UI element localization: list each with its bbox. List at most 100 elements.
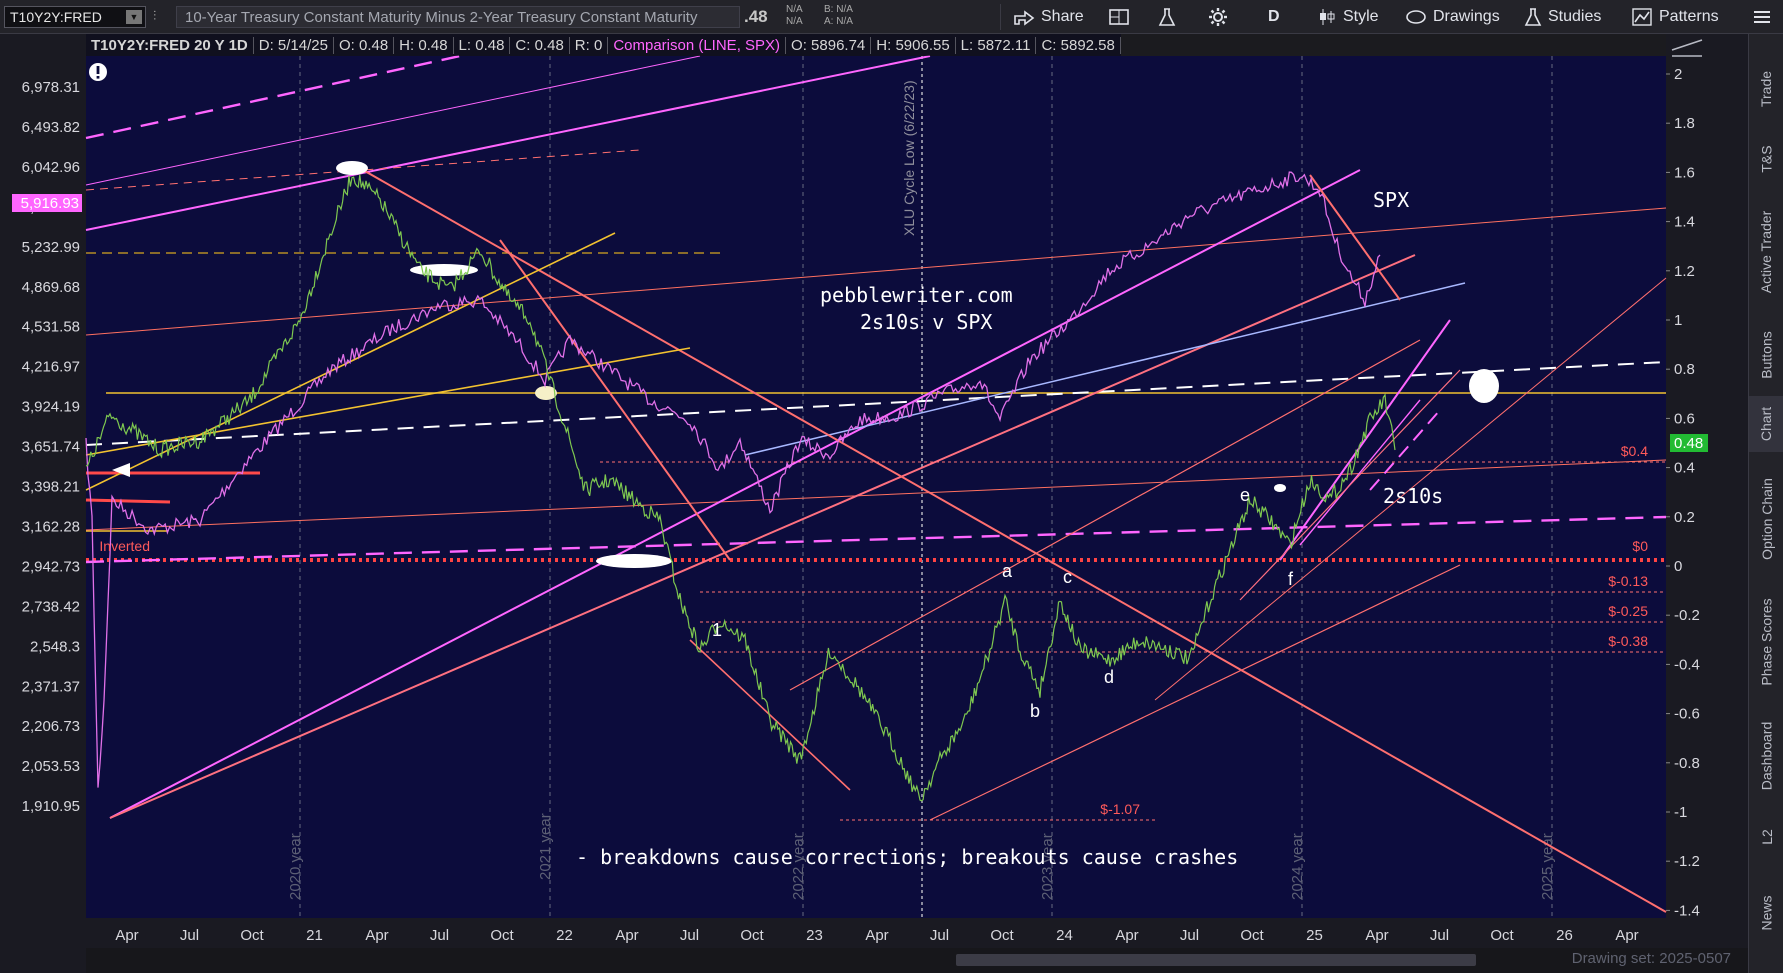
scroll-thumb[interactable]: [956, 954, 1476, 966]
date-axis-tick: 25: [1306, 927, 1323, 944]
year-label-2025: 2025 year: [1539, 833, 1556, 900]
side-tab-label: L2: [1758, 829, 1775, 845]
right-axis-tick: -1.2: [1674, 853, 1700, 870]
level-label-0: $0: [1632, 538, 1648, 554]
right-axis-tick: 0.6: [1674, 410, 1695, 427]
right-axis-tick: 0: [1674, 558, 1682, 575]
left-axis-tick: 4,869.68: [22, 279, 80, 296]
left-axis-tick: 2,206.73: [22, 718, 80, 735]
patterns-button[interactable]: Patterns: [1631, 5, 1719, 29]
link-icon[interactable]: ⫶: [153, 8, 167, 26]
left-axis-tick: 6,978.31: [22, 79, 80, 96]
subtitle-annotation: 2s10s v SPX: [860, 310, 992, 334]
date-axis-tick: Oct: [240, 927, 264, 944]
bid-na-2: N/A: [786, 16, 803, 27]
date-axis-tick: Apr: [865, 927, 888, 944]
info-r: R: 0: [570, 36, 609, 54]
drawing-set-label: Drawing set: 2025-0507: [1571, 950, 1731, 967]
xlu-cycle-label: XLU Cycle Low (6/22/23): [901, 80, 917, 236]
left-axis-tick: 6,493.82: [22, 119, 80, 136]
right-axis-tick: 1: [1674, 312, 1682, 329]
side-tab-label: Trade: [1758, 70, 1775, 108]
alert-icon[interactable]: [89, 63, 107, 81]
side-tab-active-trader[interactable]: Active Trader: [1749, 190, 1783, 314]
date-axis-tick: 21: [306, 927, 323, 944]
info-strip: T10Y2Y:FRED 20 Y 1D D: 5/14/25 O: 0.48 H…: [86, 34, 1121, 56]
footer-annotation: - breakdowns cause corrections; breakout…: [576, 845, 1238, 869]
patterns-label: Patterns: [1659, 8, 1719, 25]
info-title: T10Y2Y:FRED 20 Y 1D: [86, 36, 254, 54]
left-axis-tick: 6,042.96: [22, 159, 80, 176]
price-chart[interactable]: 2020 year 2021 year 2022 year 2023 year …: [0, 34, 1748, 973]
side-tab-news[interactable]: News: [1749, 868, 1783, 958]
side-tab-label: Chart: [1758, 406, 1775, 442]
flask-button[interactable]: [1158, 5, 1182, 29]
flask-icon: [1524, 8, 1542, 26]
candle-icon: [1320, 9, 1335, 25]
level-label-minus-0.25: $-0.25: [1608, 603, 1648, 619]
side-tab-label: Dashboard: [1758, 721, 1775, 791]
date-axis-tick: 23: [806, 927, 823, 944]
left-axis-tick: 3,398.21: [22, 479, 80, 496]
share-label: Share: [1041, 8, 1084, 25]
level-label-minus-0.38: $-0.38: [1608, 633, 1648, 649]
side-tab-buttons[interactable]: Buttons: [1749, 320, 1783, 390]
side-tab-label: Active Trader: [1758, 210, 1775, 294]
wave-label-b: b: [1030, 701, 1040, 721]
side-tab-chart[interactable]: Chart: [1749, 396, 1783, 452]
menu-button[interactable]: [1752, 5, 1778, 29]
side-tab-label: T&S: [1758, 145, 1775, 173]
right-axis-tick: 1.4: [1674, 214, 1695, 231]
right-axis-tick: -0.4: [1674, 656, 1700, 673]
horizontal-scrollbar[interactable]: [86, 948, 1748, 973]
date-axis-tick: Oct: [1490, 927, 1514, 944]
date-axis-tick: Oct: [490, 927, 514, 944]
date-axis-tick: 24: [1056, 927, 1073, 944]
wave-label-1: 1: [712, 620, 722, 640]
style-button[interactable]: Style: [1317, 5, 1379, 29]
studies-label: Studies: [1548, 8, 1602, 25]
info-high: H: 0.48: [394, 36, 454, 54]
side-tab-phase-scores[interactable]: Phase Scores: [1749, 584, 1783, 700]
date-axis-tick: 22: [556, 927, 573, 944]
left-axis-marker: 5,916.93: [21, 195, 79, 212]
side-tab-label: Buttons: [1758, 331, 1775, 379]
right-axis-tick: -1: [1674, 804, 1687, 821]
side-tab-dashboard[interactable]: Dashboard: [1749, 706, 1783, 806]
settings-button[interactable]: [1208, 5, 1234, 29]
spread-annotation: 2s10s: [1383, 484, 1443, 508]
date-axis-tick: Jul: [930, 927, 949, 944]
left-axis-tick: 2,548.3: [30, 638, 80, 655]
drawings-button[interactable]: Drawings: [1405, 5, 1500, 29]
year-label-2020: 2020 year: [287, 833, 304, 900]
aggregation-button[interactable]: D: [1268, 5, 1280, 29]
info-open: O: 0.48: [334, 36, 395, 54]
right-axis-tick: -0.8: [1674, 755, 1700, 772]
date-axis-tick: Jul: [430, 927, 449, 944]
side-tab-trade[interactable]: Trade: [1749, 54, 1783, 124]
bid-na-1: N/A: [786, 4, 803, 15]
left-axis-tick: 4,531.58: [22, 319, 80, 336]
ellipse-icon: [1406, 10, 1426, 24]
share-button[interactable]: Share: [1013, 5, 1084, 29]
info-close: C: 0.48: [510, 36, 570, 54]
side-tab-option-chain[interactable]: Option Chain: [1749, 458, 1783, 580]
symbol-selector[interactable]: T10Y2Y:FRED ▼: [4, 6, 146, 28]
left-axis-tick: 1,910.95: [22, 798, 80, 815]
side-tab-t-s[interactable]: T&S: [1749, 134, 1783, 184]
info-comparison-low: L: 5872.11: [956, 36, 1037, 54]
grid-icon: [1109, 9, 1129, 25]
flexible-grid-button[interactable]: [1108, 5, 1136, 29]
left-axis-tick: 3,162.28: [22, 518, 80, 535]
share-icon: [1014, 10, 1035, 26]
right-axis-tick: 1.6: [1674, 164, 1695, 181]
wave-label-d: d: [1104, 667, 1114, 687]
right-axis-tick: -0.2: [1674, 607, 1700, 624]
side-tab-label: Option Chain: [1758, 478, 1775, 560]
info-comparison-open: O: 5896.74: [786, 36, 872, 54]
side-tab-l2[interactable]: L2: [1749, 812, 1783, 862]
bid-b: B: N/A: [824, 4, 853, 15]
studies-button[interactable]: Studies: [1524, 5, 1601, 29]
chevron-down-icon[interactable]: ▼: [126, 10, 142, 24]
right-axis-tick: 2: [1674, 66, 1682, 83]
